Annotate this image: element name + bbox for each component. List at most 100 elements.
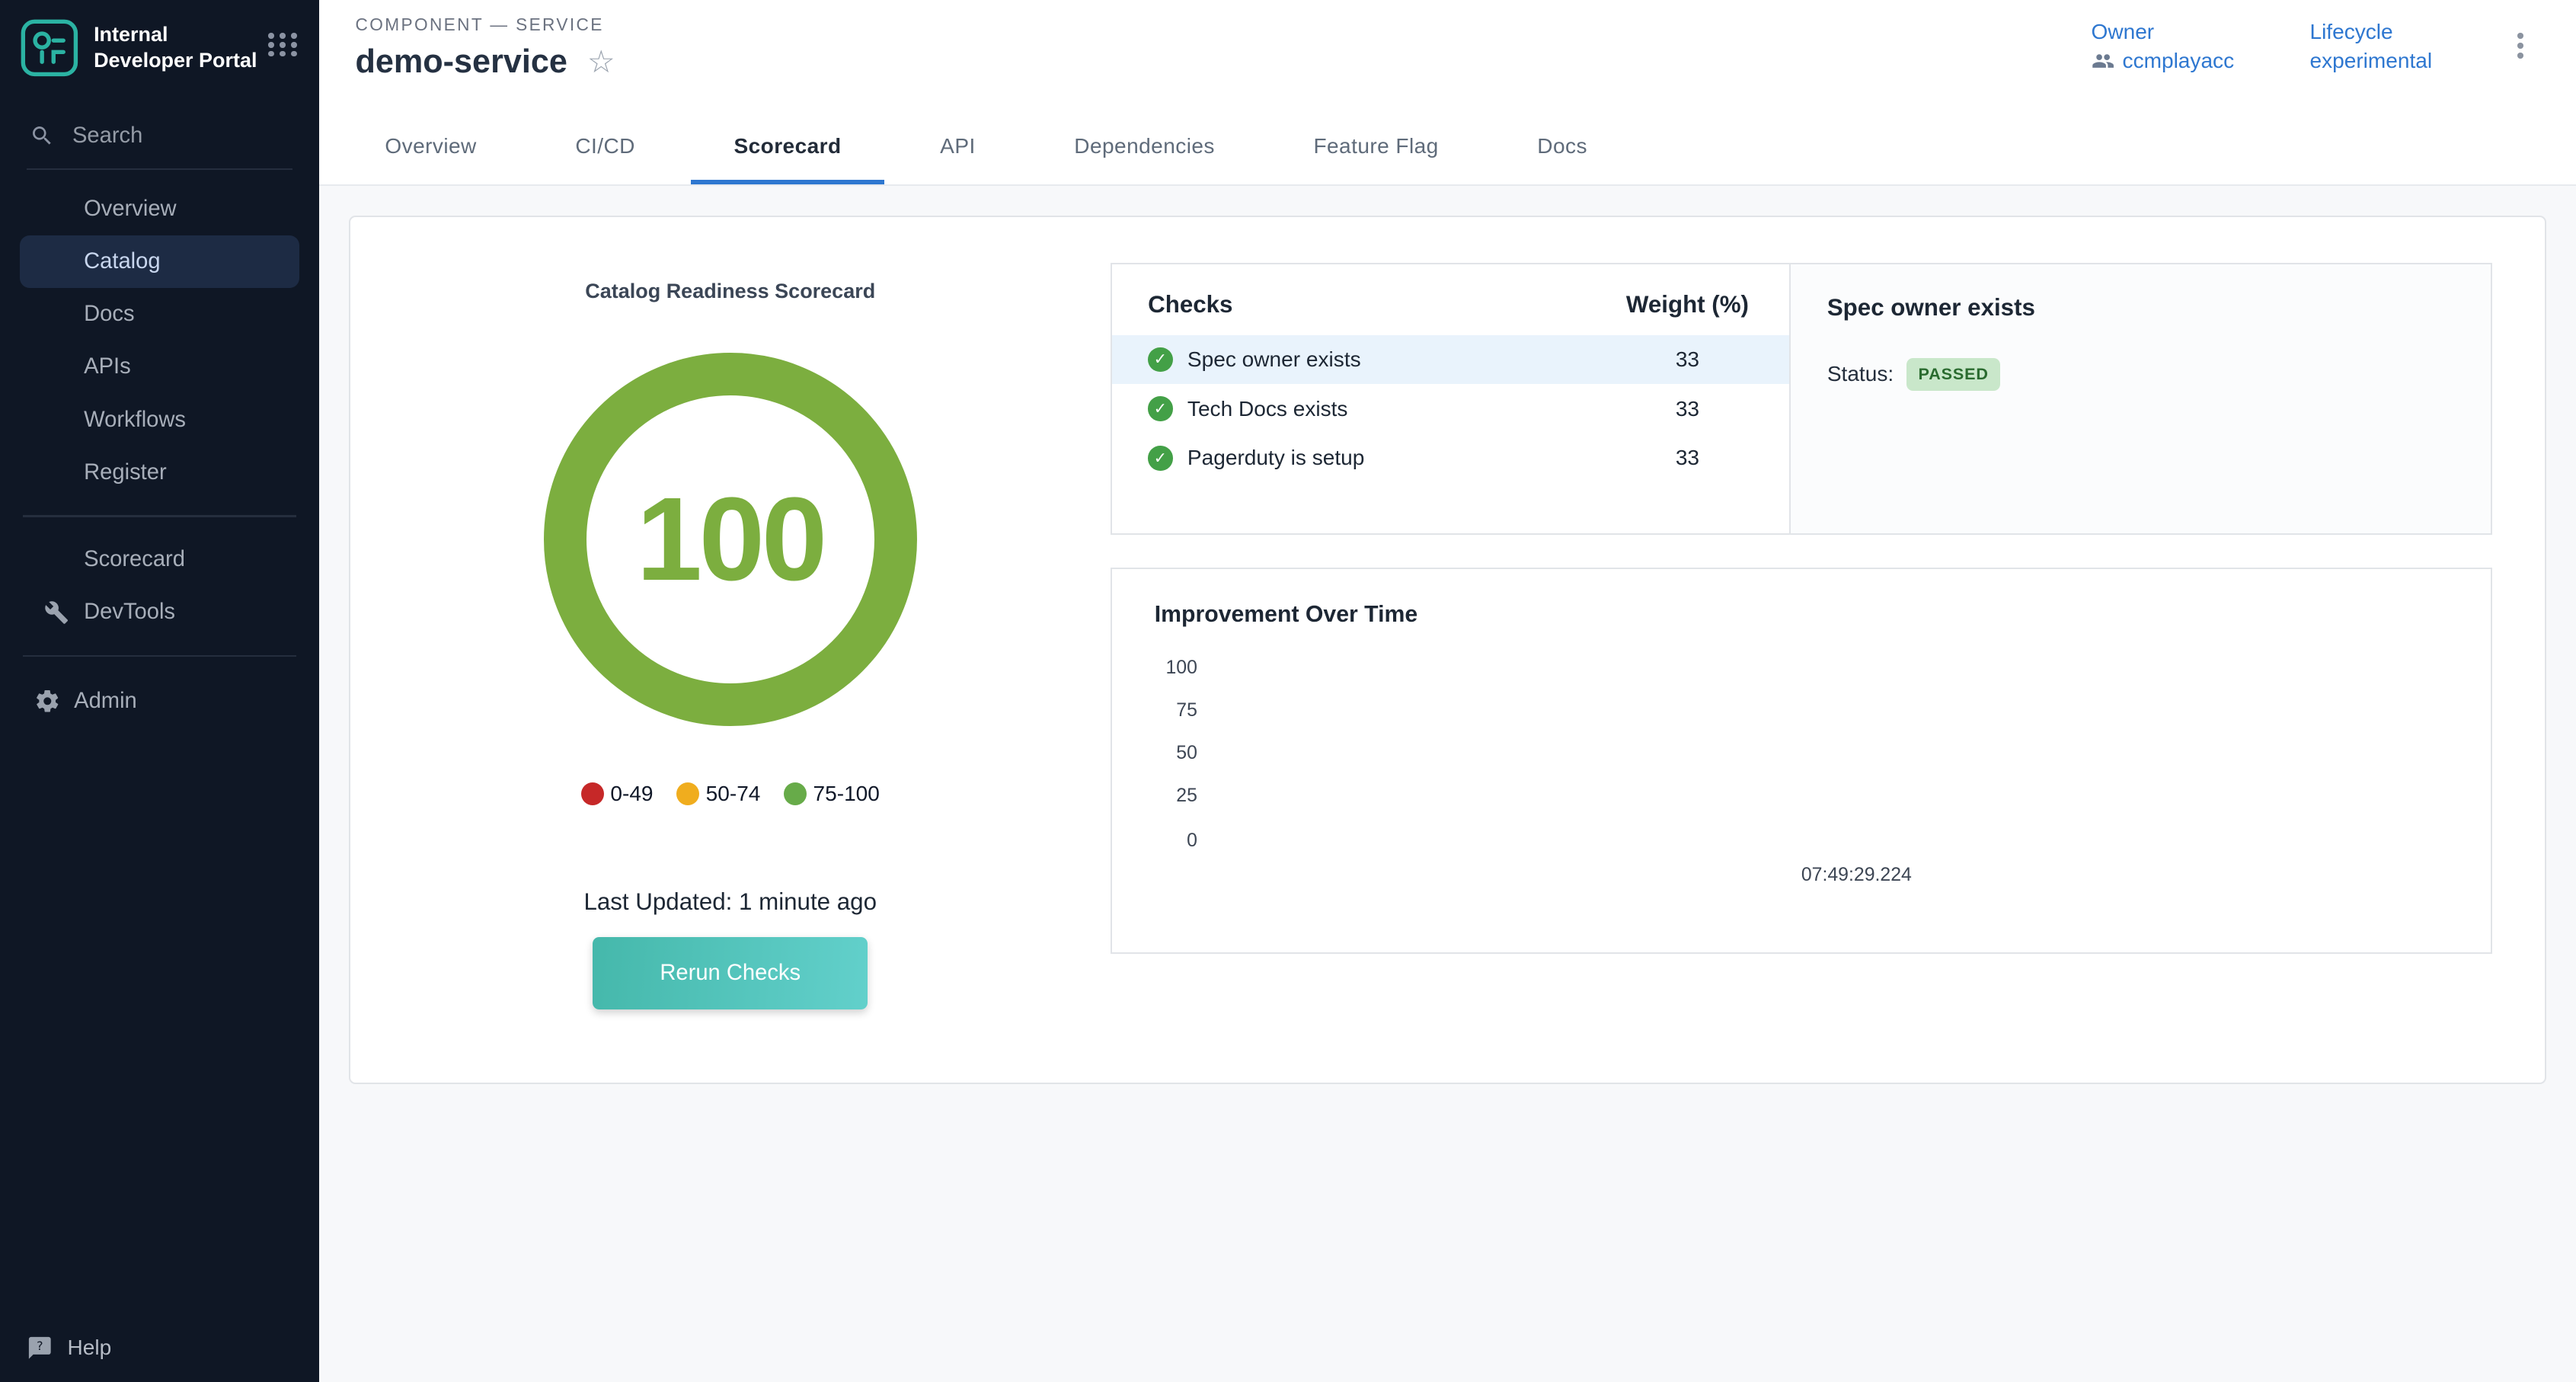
tab-content: Catalog Readiness Scorecard 100 0-49 50-… [319,186,2576,1382]
check-passed-icon: ✓ [1148,396,1172,421]
help-icon: ? [27,1335,53,1361]
sidebar-header: Internal Developer Portal [0,0,319,94]
improvement-chart-panel: Improvement Over Time 100 75 50 25 0 07:… [1111,568,2493,955]
sidebar-item-docs[interactable]: Docs [0,288,319,341]
tab-cicd[interactable]: CI/CD [526,109,685,185]
sidebar-item-label: Admin [74,689,137,714]
check-row-tech-docs[interactable]: ✓ Tech Docs exists 33 [1112,384,1790,433]
score-value: 100 [636,471,823,607]
sidebar-item-label: Catalog [84,249,160,274]
legend-item: 0-49 [581,782,654,806]
group-icon [2092,50,2114,72]
last-updated-text: Last Updated: 1 minute ago [583,888,877,916]
check-passed-icon: ✓ [1148,347,1172,372]
check-weight: 33 [1622,347,1753,372]
tab-feature-flag[interactable]: Feature Flag [1264,109,1488,185]
search-input[interactable]: Search [27,114,293,170]
check-detail-panel: Spec owner exists Status: PASSED [1789,264,2491,533]
status-label: Status: [1827,362,1894,386]
lifecycle-block: Lifecycle experimental [2309,20,2432,73]
owner-label: Owner [2092,20,2235,44]
tab-docs[interactable]: Docs [1488,109,1637,185]
check-weight: 33 [1622,446,1753,470]
page-title: demo-service [355,43,567,81]
sidebar-nav: Overview Catalog Docs APIs Workflows Reg… [0,183,319,729]
sidebar-item-admin[interactable]: Admin [0,673,319,729]
app-logo-icon [20,18,79,78]
sidebar-item-label: Overview [84,197,176,222]
sidebar-divider [23,515,296,517]
check-name: Tech Docs exists [1187,397,1348,421]
sidebar-item-scorecard[interactable]: Scorecard [0,533,319,586]
legend-amber-dot-icon [676,782,699,805]
sidebar-item-devtools[interactable]: DevTools [0,586,319,638]
y-axis-tick: 0 [1155,830,1197,852]
status-badge: PASSED [1906,358,2000,391]
check-weight: 33 [1622,397,1753,421]
score-gauge: 100 [544,353,917,726]
checks-table: Checks Weight (%) ✓ Spec owner exists 33 [1112,264,1790,533]
sidebar-item-label: APIs [84,354,131,379]
sidebar-item-label: Docs [84,302,134,327]
y-axis-tick: 100 [1155,657,1197,679]
sidebar-item-register[interactable]: Register [0,446,319,499]
tab-overview[interactable]: Overview [336,109,526,185]
entity-tabs: Overview CI/CD Scorecard API Dependencie… [319,109,2576,187]
search-icon [30,123,54,148]
y-axis-tick: 75 [1155,700,1197,721]
score-details: Checks Weight (%) ✓ Spec owner exists 33 [1111,263,2493,1036]
lifecycle-value: experimental [2309,49,2432,73]
legend-red-dot-icon [581,782,604,805]
sidebar-item-catalog[interactable]: Catalog [20,235,299,288]
sidebar-item-label: DevTools [84,600,175,625]
y-axis-tick: 25 [1155,785,1197,807]
tab-scorecard[interactable]: Scorecard [685,109,891,185]
check-row-spec-owner[interactable]: ✓ Spec owner exists 33 [1112,335,1790,385]
lifecycle-label: Lifecycle [2309,20,2432,44]
check-row-pagerduty[interactable]: ✓ Pagerduty is setup 33 [1112,433,1790,483]
sidebar-item-help[interactable]: ? Help [0,1313,319,1382]
more-options-icon[interactable] [2507,27,2533,66]
check-detail-title: Spec owner exists [1827,294,2455,322]
legend-item: 50-74 [676,782,761,806]
improvement-chart: 100 75 50 25 0 07:49:29.224 [1155,648,2448,911]
scorecard-card: Catalog Readiness Scorecard 100 0-49 50-… [349,216,2546,1084]
sidebar-item-workflows[interactable]: Workflows [0,394,319,446]
scorecard-title: Catalog Readiness Scorecard [585,280,875,303]
weight-header: Weight (%) [1622,291,1753,318]
gear-icon [34,688,61,715]
legend-label: 0-49 [610,782,653,806]
sidebar-item-label: Scorecard [84,547,185,572]
rerun-checks-button[interactable]: Rerun Checks [593,937,868,1009]
tab-dependencies[interactable]: Dependencies [1024,109,1264,185]
check-name: Pagerduty is setup [1187,446,1364,470]
owner-value-link[interactable]: ccmplayacc [2123,49,2235,73]
sidebar-item-overview[interactable]: Overview [0,183,319,235]
check-passed-icon: ✓ [1148,446,1172,470]
search-label: Search [72,123,142,149]
checks-header: Checks [1148,291,1232,318]
wrench-icon [44,600,69,625]
entity-header: COMPONENT — SERVICE demo-service ☆ Owner… [319,0,2576,109]
legend-label: 50-74 [706,782,761,806]
sidebar-item-apis[interactable]: APIs [0,341,319,393]
favorite-star-icon[interactable]: ☆ [587,46,615,78]
legend-item: 75-100 [784,782,880,806]
app-title: Internal Developer Portal [94,22,265,74]
y-axis-tick: 50 [1155,743,1197,764]
sidebar: Internal Developer Portal Search Overvie… [0,0,319,1382]
x-axis-tick: 07:49:29.224 [1801,865,1912,886]
chart-title: Improvement Over Time [1155,602,2448,628]
sidebar-item-label: Help [68,1336,112,1360]
entity-meta: Owner ccmplayacc Lifecycle experimental [2092,20,2533,73]
main-area: COMPONENT — SERVICE demo-service ☆ Owner… [319,0,2576,1382]
sidebar-item-label: Workflows [84,408,186,433]
sidebar-item-label: Register [84,460,167,485]
checks-panel: Checks Weight (%) ✓ Spec owner exists 33 [1111,263,2493,534]
legend-label: 75-100 [813,782,880,806]
svg-text:?: ? [37,1339,43,1353]
score-summary: Catalog Readiness Scorecard 100 0-49 50-… [350,263,1111,1036]
owner-block: Owner ccmplayacc [2092,20,2235,73]
tab-api[interactable]: API [890,109,1024,185]
apps-grid-icon[interactable] [268,33,299,56]
